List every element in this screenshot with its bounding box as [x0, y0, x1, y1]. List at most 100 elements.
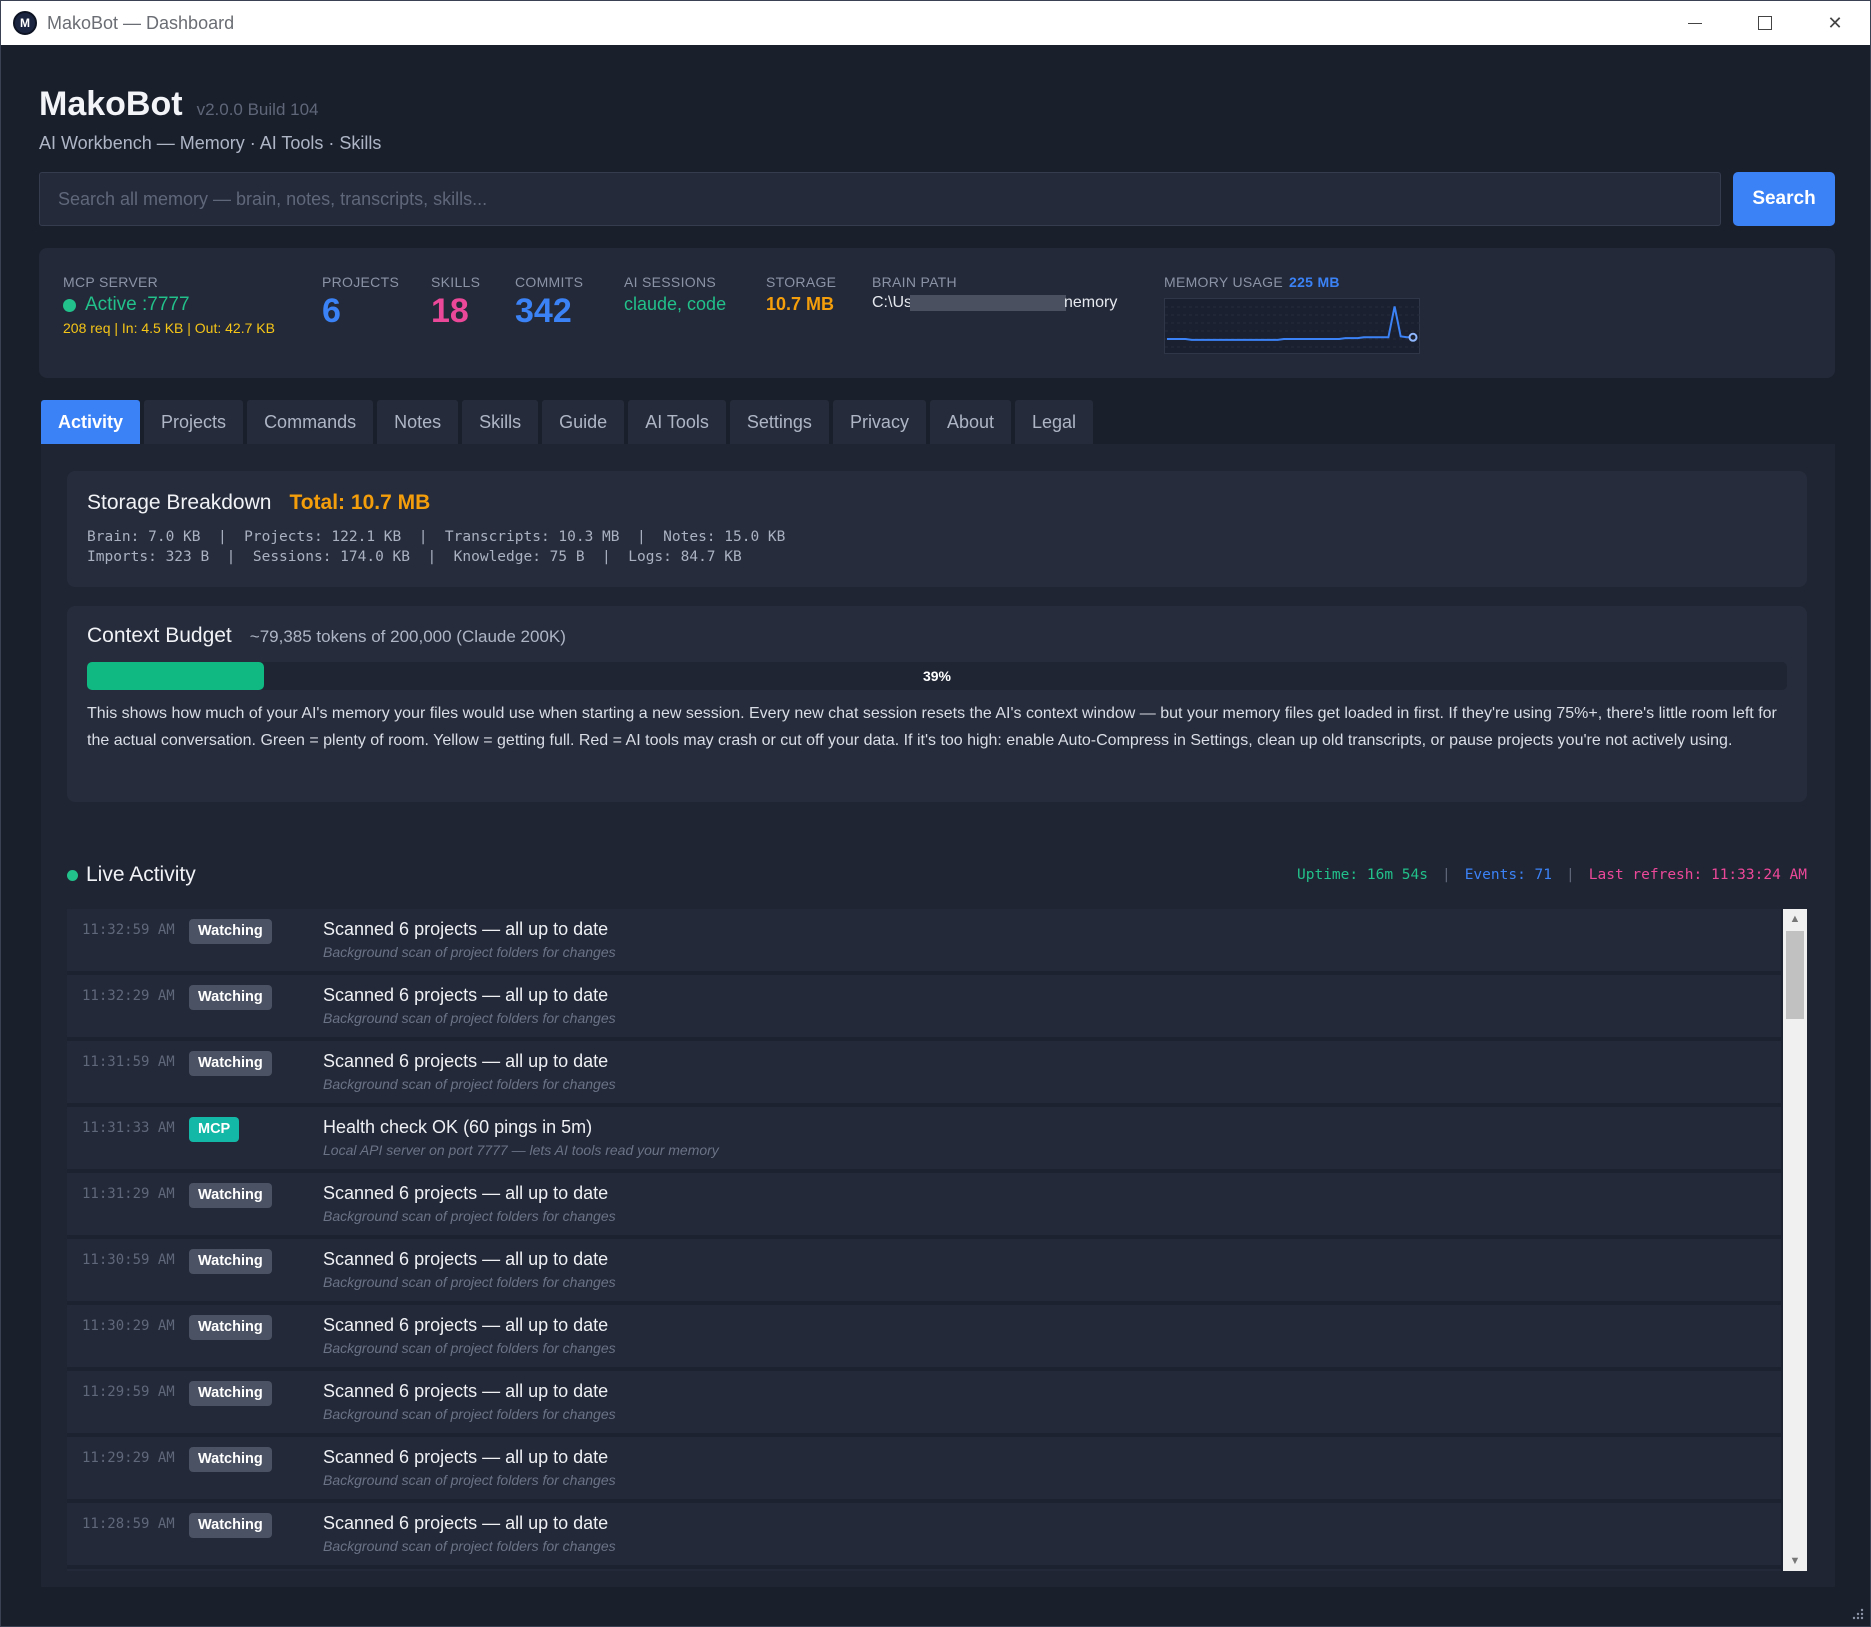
row-title: Scanned 6 projects — all up to date [323, 919, 609, 939]
row-badge: Watching [189, 1447, 272, 1472]
brain-path-value: C:\Us nemory [872, 294, 1117, 312]
row-time: 11:31:29 AM [82, 1186, 175, 1202]
maximize-icon [1758, 16, 1772, 30]
close-button[interactable]: ✕ [1800, 1, 1870, 45]
activity-row: 11:31:29 AM Watching Scanned 6 projects — … [67, 1173, 1781, 1237]
activity-row: 11:29:29 AM Watching Scanned 6 projects — … [67, 1437, 1781, 1501]
activity-row: 11:31:59 AM Watching Scanned 6 projects — … [67, 1041, 1781, 1105]
main-content: MakoBot v2.0.0 Build 104 AI Workbench — … [3, 45, 1868, 1624]
row-title: Scanned 6 projects — all up to date [323, 985, 609, 1005]
stat-label: SKILLS [431, 274, 481, 290]
context-budget-title: Context Budget [87, 624, 232, 647]
last-refresh: Last refresh: 11:33:24 AM [1588, 867, 1807, 883]
stat-brain-path: BRAIN PATH C:\Us nemory [872, 274, 1117, 312]
row-time: 11:29:59 AM [82, 1384, 175, 1400]
tab-settings[interactable]: Settings [729, 400, 829, 444]
tab-privacy[interactable]: Privacy [832, 400, 926, 444]
tab-ai-tools[interactable]: AI Tools [628, 400, 726, 444]
brand: MakoBot v2.0.0 Build 104 [39, 85, 318, 124]
minimize-icon [1688, 22, 1702, 24]
feed-scrollbar[interactable]: ▲ ▼ [1783, 909, 1807, 1571]
tab-commands[interactable]: Commands [247, 400, 374, 444]
activity-row: 11:28:59 AM Watching Scanned 6 projects — … [67, 1503, 1781, 1567]
live-activity-meta: Uptime: 16m 54s | Events: 71 | Last refresh:… [1297, 867, 1807, 883]
tab-about[interactable]: About [929, 400, 1011, 444]
stat-label: MCP SERVER [63, 274, 159, 290]
storage-total: Total: 10.7 MB [289, 491, 431, 514]
stat-projects: PROJECTS 6 [322, 274, 399, 331]
activity-row: 11:28:29 AMWatchingScanned 6 projects — … [67, 1569, 1781, 1571]
row-time: 11:29:29 AM [82, 1450, 175, 1466]
tab-projects[interactable]: Projects [144, 400, 244, 444]
row-subtitle: Background scan of project folders for c… [323, 1472, 616, 1488]
search-button[interactable]: Search [1733, 172, 1835, 226]
row-time: 11:30:59 AM [82, 1252, 175, 1268]
live-dot-icon [67, 869, 78, 881]
context-budget-description: This shows how much of your AI's memory … [87, 705, 1777, 749]
mcp-status: Active :7777 [63, 294, 275, 316]
app-logo-icon: M [13, 11, 37, 35]
tab-skills[interactable]: Skills [462, 400, 539, 444]
row-subtitle: Background scan of project folders for c… [323, 1274, 616, 1290]
row-badge: Watching [189, 1183, 272, 1208]
row-badge: Watching [189, 985, 272, 1010]
storage-breakdown-card: Storage Breakdown Total: 10.7 MB Brain: 7… [67, 471, 1807, 587]
live-activity-title-text: Live Activity [86, 863, 196, 886]
scroll-thumb[interactable] [1786, 931, 1804, 1019]
activity-feed[interactable]: 11:28:29 AMWatchingScanned 6 projects — … [67, 909, 1807, 1571]
memory-value: 225 MB [1289, 274, 1340, 290]
scroll-down-icon[interactable]: ▼ [1783, 1551, 1807, 1571]
stat-value: 342 [515, 292, 572, 330]
row-subtitle: Background scan of project folders for c… [323, 1076, 616, 1092]
close-icon: ✕ [1827, 12, 1843, 33]
live-activity-header: Live Activity Uptime: 16m 54s | Events: 71… [67, 863, 1807, 893]
stat-label: BRAIN PATH [872, 274, 957, 290]
row-time: 11:32:29 AM [82, 988, 175, 1004]
row-title: Health check OK (60 pings in 5m) [323, 1117, 593, 1137]
tab-legal[interactable]: Legal [1015, 400, 1094, 444]
redacted-block [910, 294, 1066, 311]
app-name: MakoBot [39, 85, 183, 123]
scroll-up-icon[interactable]: ▲ [1783, 909, 1807, 929]
tab-activity[interactable]: Activity [41, 400, 141, 444]
minimize-button[interactable] [1660, 1, 1730, 45]
stat-label: PROJECTS [322, 274, 400, 290]
title-bar[interactable]: M MakoBot — Dashboard ✕ [1, 1, 1870, 45]
brain-path-prefix: C:\Us [872, 294, 912, 311]
activity-row: 11:30:29 AM Watching Scanned 6 projects — … [67, 1305, 1781, 1369]
stat-value: 18 [431, 292, 469, 330]
event-count: Events: 71 [1464, 867, 1553, 883]
stat-storage: STORAGE 10.7 MB [766, 274, 836, 315]
storage-breakdown-title: Storage Breakdown [87, 491, 272, 514]
stat-value: 6 [322, 292, 341, 330]
row-time: 11:28:59 AM [82, 1516, 175, 1532]
row-subtitle: Background scan of project folders for c… [323, 944, 616, 960]
row-badge: Watching [189, 1381, 272, 1406]
activity-row: 11:32:59 AM Watching Scanned 6 projects — … [67, 909, 1781, 973]
row-subtitle: Background scan of project folders for c… [323, 1010, 616, 1026]
stat-value: 10.7 MB [766, 294, 835, 314]
context-progress-bar: 39% [87, 662, 1787, 690]
row-time: 11:31:59 AM [82, 1054, 175, 1070]
sparkline-chart [1165, 306, 1421, 348]
search-input[interactable] [39, 172, 1721, 226]
uptime: Uptime: 16m 54s [1297, 867, 1428, 883]
brain-path-suffix: nemory [1064, 294, 1118, 311]
mcp-traffic: 208 req | In: 4.5 KB | Out: 42.7 KB [63, 320, 275, 336]
tab-guide[interactable]: Guide [542, 400, 625, 444]
storage-line-1: Brain: 7.0 KB | Projects: 122.1 KB | Tra… [87, 529, 786, 545]
stat-value: claude, code [624, 294, 727, 314]
stat-label: COMMITS [515, 274, 584, 290]
resize-grip-icon[interactable] [1850, 1606, 1864, 1620]
tagline: AI Workbench — Memory · AI Tools · Skill… [39, 133, 382, 153]
storage-line-2: Imports: 323 B | Sessions: 174.0 KB | Kn… [87, 549, 742, 565]
memory-sparkline [1164, 298, 1421, 354]
maximize-button[interactable] [1730, 1, 1800, 45]
tab-notes[interactable]: Notes [377, 400, 459, 444]
activity-row: 11:32:29 AM Watching Scanned 6 projects — … [67, 975, 1781, 1039]
activity-row: 11:30:59 AM Watching Scanned 6 projects — … [67, 1239, 1781, 1303]
row-badge: Watching [189, 919, 272, 944]
app-version: v2.0.0 Build 104 [196, 100, 319, 119]
row-title: Scanned 6 projects — all up to date [323, 1315, 609, 1335]
mcp-status-text: Active :7777 [85, 294, 190, 315]
